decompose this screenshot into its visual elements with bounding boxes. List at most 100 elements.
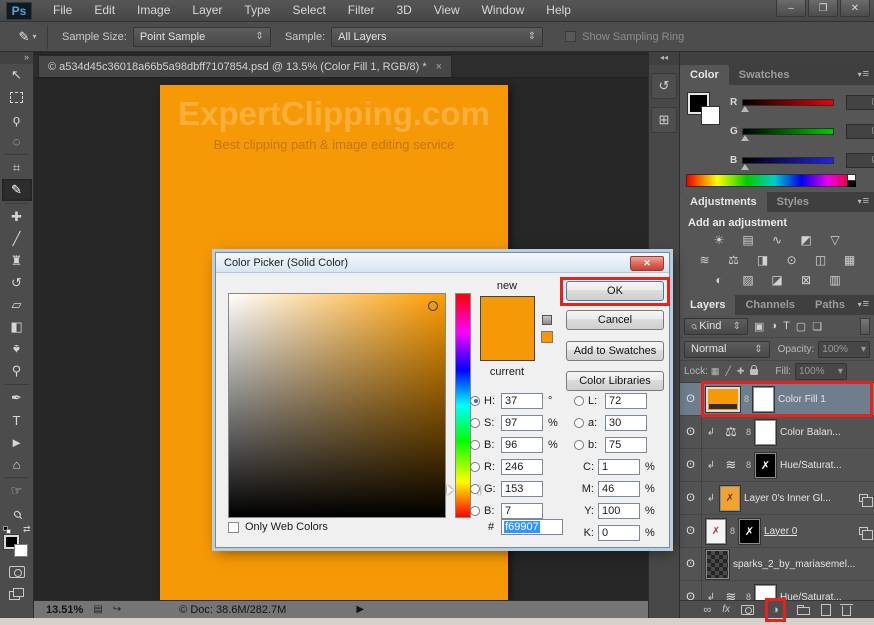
document-tab[interactable]: © a534d45c36018a66b5a98dbff7107854.psd @… — [38, 55, 452, 77]
menu-3d[interactable]: 3D — [385, 0, 422, 21]
dialog-title-bar[interactable]: Color Picker (Solid Color) — [216, 253, 669, 273]
tab-adjustments[interactable]: Adjustments — [680, 192, 767, 212]
saturation-brightness-field[interactable] — [228, 293, 446, 518]
sample-size-dropdown[interactable]: Point Sample ⇕ — [133, 27, 271, 47]
properties-panel-button[interactable]: ⊞ — [651, 107, 677, 133]
layer-name[interactable]: Color Fill 1 — [778, 394, 826, 405]
toolbar-collapse-icon[interactable]: » — [0, 52, 33, 64]
blend-mode-dropdown[interactable]: Normal ⇕ — [684, 341, 770, 358]
menu-image[interactable]: Image — [126, 0, 181, 21]
layer-thumbnail[interactable]: ✗ — [706, 519, 726, 544]
current-tool-button[interactable]: ✎ ▾ — [8, 25, 48, 49]
close-button[interactable]: ✕ — [840, 0, 870, 17]
white-swatch[interactable] — [847, 174, 856, 181]
filter-adjustment-layers-icon[interactable]: ◑ — [770, 320, 777, 332]
eyedropper-tool[interactable]: ✎ — [2, 179, 32, 201]
radio-r[interactable] — [470, 462, 480, 472]
move-tool[interactable]: ↖ — [2, 64, 32, 86]
levels-icon[interactable]: ▤ — [738, 232, 758, 248]
radio-h[interactable] — [470, 396, 480, 406]
filter-type-layers-icon[interactable]: T — [783, 320, 790, 332]
tab-color[interactable]: Color — [680, 65, 729, 85]
m-input[interactable]: 46 — [598, 481, 640, 497]
visibility-toggle[interactable]: ʘ — [680, 416, 702, 448]
dock-collapse-icon[interactable]: ◂◂ — [649, 52, 679, 65]
radio-s[interactable] — [470, 418, 480, 428]
zoom-level[interactable]: 13.51% — [46, 604, 83, 616]
eraser-tool[interactable]: ▱ — [2, 294, 32, 316]
filter-pixel-layers-icon[interactable]: ▣ — [754, 320, 764, 333]
selective-color-icon[interactable]: ⊠ — [796, 272, 816, 288]
menu-help[interactable]: Help — [535, 0, 582, 21]
panel-menu-icon[interactable]: ≡ — [858, 195, 869, 207]
radio-b[interactable] — [470, 440, 480, 450]
visibility-toggle[interactable]: ʘ — [680, 482, 702, 514]
path-selection-tool[interactable]: ► — [2, 431, 32, 453]
menu-type[interactable]: Type — [233, 0, 281, 21]
clone-stamp-tool[interactable]: ♜ — [2, 250, 32, 272]
document-size-info[interactable]: © Doc: 38.6M/282.7M — [179, 604, 286, 616]
green-slider[interactable] — [742, 128, 834, 135]
radio-b2[interactable] — [470, 506, 480, 516]
tab-swatches[interactable]: Swatches — [729, 65, 800, 85]
hue-slider-handle-icon[interactable] — [447, 485, 453, 495]
lock-position-icon[interactable]: ✚ — [737, 366, 745, 377]
background-color-swatch[interactable] — [701, 106, 720, 125]
s-input[interactable]: 97 — [501, 415, 543, 431]
panel-menu-icon[interactable]: ≡ — [858, 298, 869, 310]
radio-g[interactable] — [470, 484, 480, 494]
menu-window[interactable]: Window — [471, 0, 536, 21]
web-safe-color-swatch[interactable] — [541, 331, 553, 343]
brightness-contrast-icon[interactable]: ☀ — [709, 232, 729, 248]
visibility-toggle[interactable]: ʘ — [680, 515, 702, 547]
layer-name[interactable]: Color Balan... — [780, 427, 841, 438]
spot-healing-brush-tool[interactable]: ✚ — [2, 206, 32, 228]
slider-handle-icon[interactable] — [741, 164, 749, 170]
quick-mask-button[interactable] — [9, 566, 25, 578]
a-input[interactable]: 30 — [605, 415, 647, 431]
layer-mask-thumbnail[interactable]: ✗ — [755, 453, 776, 478]
add-layer-mask-icon[interactable] — [741, 605, 754, 615]
status-menu-arrow-icon[interactable]: ▶ — [356, 604, 364, 615]
tab-styles[interactable]: Styles — [767, 192, 819, 212]
ok-button[interactable]: OK — [566, 281, 664, 301]
new-group-icon[interactable] — [797, 607, 810, 615]
quick-selection-tool[interactable]: ◌ — [2, 130, 32, 152]
r-input[interactable]: 246 — [501, 459, 543, 475]
color-libraries-button[interactable]: Color Libraries — [566, 371, 664, 391]
background-color-swatch[interactable] — [14, 544, 28, 557]
close-tab-icon[interactable]: × — [436, 61, 442, 73]
cancel-button[interactable]: Cancel — [566, 310, 664, 330]
screen-mode-button[interactable] — [9, 588, 25, 601]
y-input[interactable]: 100 — [598, 503, 640, 519]
slider-handle-icon[interactable] — [741, 135, 749, 141]
visibility-toggle[interactable]: ʘ — [680, 548, 702, 580]
visibility-toggle[interactable]: ʘ — [680, 449, 702, 481]
fill-layer-thumbnail[interactable] — [706, 387, 740, 412]
b3-input[interactable]: 75 — [605, 437, 647, 453]
red-value[interactable]: 0 — [846, 95, 874, 110]
b-input[interactable]: 96 — [501, 437, 543, 453]
blue-slider[interactable] — [742, 157, 834, 164]
menu-file[interactable]: File — [42, 0, 83, 21]
hue-slider[interactable] — [455, 293, 471, 518]
blur-tool[interactable]: ♠ — [2, 338, 32, 360]
layer-row-color-fill-1[interactable]: ʘ 8 Color Fill 1 — [680, 383, 874, 416]
vibrance-icon[interactable]: ▽ — [825, 232, 845, 248]
tab-channels[interactable]: Channels — [735, 295, 805, 315]
hand-tool[interactable]: ☞ — [2, 480, 32, 502]
menu-filter[interactable]: Filter — [337, 0, 386, 21]
menu-layer[interactable]: Layer — [181, 0, 233, 21]
lock-all-icon[interactable] — [750, 369, 758, 375]
c-input[interactable]: 1 — [598, 459, 640, 475]
lasso-tool[interactable]: ϙ — [2, 108, 32, 130]
l-input[interactable]: 72 — [605, 393, 647, 409]
channel-mixer-icon[interactable]: ◫ — [811, 252, 831, 268]
layer-mask-thumbnail[interactable] — [755, 420, 776, 445]
h-input[interactable]: 37 — [501, 393, 543, 409]
layer-name[interactable]: Hue/Saturat... — [780, 460, 842, 471]
menu-edit[interactable]: Edit — [83, 0, 126, 21]
b2-input[interactable]: 7 — [501, 503, 543, 519]
layer-row-layer-0[interactable]: ʘ ✗ 8 ✗ Layer 0 — [680, 515, 874, 548]
gradient-map-icon[interactable]: ▥ — [825, 272, 845, 288]
